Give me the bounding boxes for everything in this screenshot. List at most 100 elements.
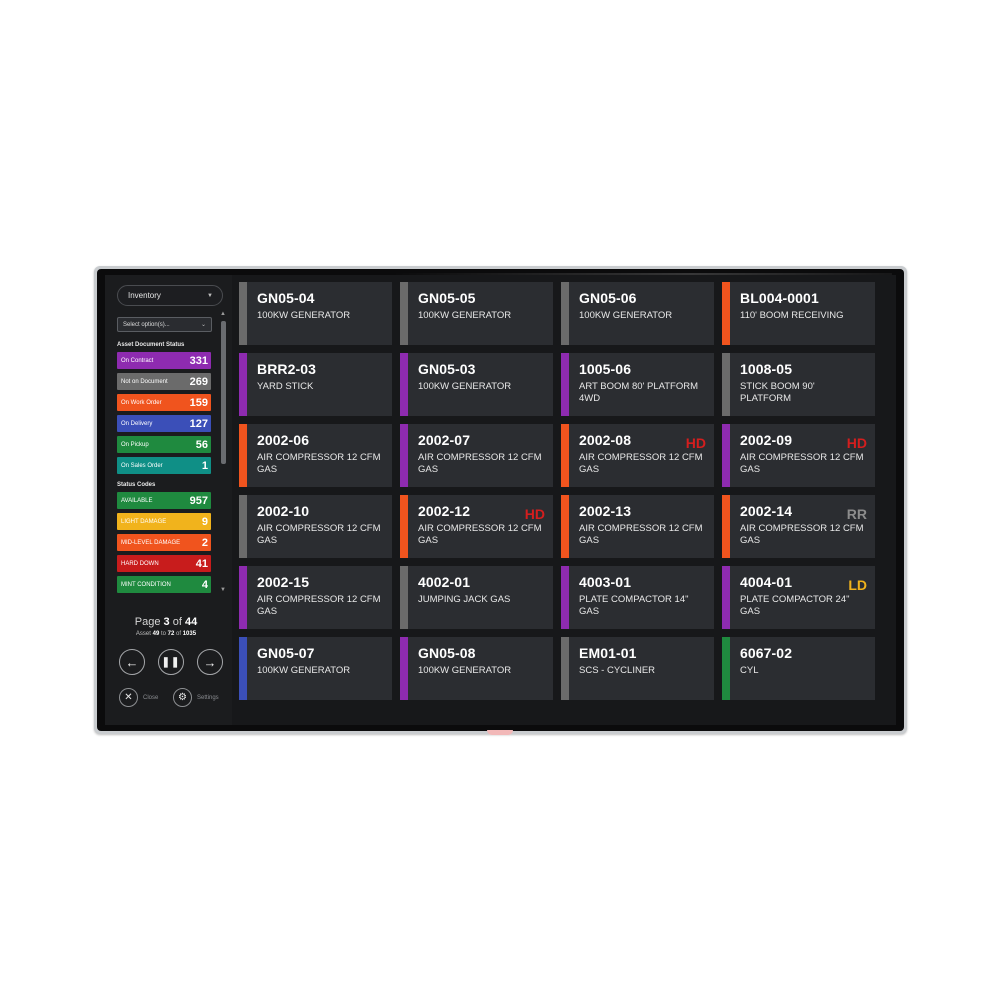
asset-card[interactable]: GN05-06 100KW GENERATOR: [561, 282, 714, 345]
dashboard-screen: Inventory ▼ Select option(s)... ⌄ Asset …: [105, 275, 896, 725]
asset-card[interactable]: 2002-13 AIR COMPRESSOR 12 CFM GAS: [561, 495, 714, 558]
asset-code: GN05-04: [257, 290, 315, 306]
next-page-button[interactable]: →: [197, 649, 223, 675]
status-filter-count: 331: [189, 354, 208, 367]
close-icon: ✕: [119, 688, 138, 707]
asset-card[interactable]: 4002-01 JUMPING JACK GAS: [400, 566, 553, 629]
asset-description: 100KW GENERATOR: [257, 310, 351, 321]
asset-card[interactable]: GN05-04 100KW GENERATOR: [239, 282, 392, 345]
asset-code: 1005-06: [579, 361, 632, 377]
asset-description: JUMPING JACK GAS: [418, 594, 511, 605]
status-filter-item[interactable]: AVAILABLE 957: [117, 492, 211, 509]
asset-card[interactable]: 2002-06 AIR COMPRESSOR 12 CFM GAS: [239, 424, 392, 487]
status-color-bar: [239, 424, 247, 487]
status-filter-item[interactable]: On Pickup 56: [117, 436, 211, 453]
asset-code: GN05-03: [418, 361, 476, 377]
asset-card[interactable]: EM01-01 SCS - CYCLINER: [561, 637, 714, 700]
status-filter-item[interactable]: HARD DOWN 41: [117, 555, 211, 572]
status-filter-item[interactable]: Not on Document 269: [117, 373, 211, 390]
status-color-bar: [400, 495, 408, 558]
status-filter-count: 56: [195, 438, 208, 451]
asset-card[interactable]: 1005-06 ART BOOM 80' PLATFORM 4WD: [561, 353, 714, 416]
status-color-bar: [239, 282, 247, 345]
status-filter-count: 957: [189, 494, 208, 507]
asset-code: GN05-05: [418, 290, 476, 306]
asset-card[interactable]: 1008-05 STICK BOOM 90' PLATFORM: [722, 353, 875, 416]
asset-card[interactable]: 2002-08 AIR COMPRESSOR 12 CFM GAS HD: [561, 424, 714, 487]
status-color-bar: [561, 566, 569, 629]
status-filter-label: MINT CONDITION: [121, 581, 171, 588]
asset-description: AIR COMPRESSOR 12 CFM GAS: [257, 594, 381, 617]
status-filter-item[interactable]: On Sales Order 1: [117, 457, 211, 474]
asset-code: 6067-02: [740, 645, 793, 661]
asset-card[interactable]: 4003-01 PLATE COMPACTOR 14" GAS: [561, 566, 714, 629]
condition-tag: HD: [524, 506, 545, 522]
condition-tag: HD: [685, 435, 706, 451]
page-of: of: [172, 616, 182, 628]
filter-select[interactable]: Select option(s)... ⌄: [117, 317, 212, 332]
status-filter-item[interactable]: MINT CONDITION 4: [117, 576, 211, 593]
asset-card[interactable]: GN05-05 100KW GENERATOR: [400, 282, 553, 345]
status-color-bar: [400, 282, 408, 345]
arrow-left-icon: ←: [125, 654, 139, 670]
asset-card[interactable]: 2002-15 AIR COMPRESSOR 12 CFM GAS: [239, 566, 392, 629]
asset-from: 49: [152, 631, 160, 637]
status-color-bar: [561, 282, 569, 345]
status-filter-count: 1: [201, 459, 208, 472]
asset-description: 100KW GENERATOR: [579, 310, 673, 321]
asset-description: CYL: [740, 665, 759, 676]
asset-card[interactable]: 4004-01 PLATE COMPACTOR 24" GAS LD: [722, 566, 875, 629]
asset-description: AIR COMPRESSOR 12 CFM GAS: [418, 523, 542, 546]
asset-card[interactable]: 6067-02 CYL: [722, 637, 875, 700]
view-dropdown[interactable]: Inventory ▼: [117, 285, 223, 306]
status-color-bar: [400, 424, 408, 487]
sidebar-scrollbar[interactable]: ▲ ▼: [219, 311, 228, 593]
asset-description: AIR COMPRESSOR 12 CFM GAS: [740, 452, 864, 475]
asset-card[interactable]: GN05-07 100KW GENERATOR: [239, 637, 392, 700]
condition-tag: RR: [846, 506, 867, 522]
asset-card[interactable]: GN05-03 100KW GENERATOR: [400, 353, 553, 416]
status-filter-count: 159: [189, 396, 208, 409]
asset-description: AIR COMPRESSOR 12 CFM GAS: [579, 452, 703, 475]
previous-page-button[interactable]: ←: [119, 649, 145, 675]
status-filter-item[interactable]: LIGHT DAMAGE 9: [117, 513, 211, 530]
asset-description: PLATE COMPACTOR 14" GAS: [579, 594, 689, 617]
status-filter-label: AVAILABLE: [121, 497, 153, 504]
condition-tag: HD: [846, 435, 867, 451]
status-filter-item[interactable]: On Contract 331: [117, 352, 211, 369]
asset-card[interactable]: 2002-14 AIR COMPRESSOR 12 CFM GAS RR: [722, 495, 875, 558]
settings-label: Settings: [197, 694, 219, 701]
status-color-bar: [722, 353, 730, 416]
scroll-up-icon[interactable]: ▲: [220, 311, 226, 317]
sidebar: Inventory ▼ Select option(s)... ⌄ Asset …: [105, 275, 232, 725]
asset-description: STICK BOOM 90' PLATFORM: [740, 381, 815, 404]
status-filter-count: 269: [189, 375, 208, 388]
pause-button[interactable]: ❚❚: [158, 649, 184, 675]
asset-card[interactable]: BRR2-03 YARD STICK: [239, 353, 392, 416]
asset-description: 100KW GENERATOR: [418, 665, 512, 676]
close-label: Close: [143, 694, 159, 701]
asset-range: Asset 49 to 72 of 1035: [105, 631, 227, 637]
status-color-bar: [239, 637, 247, 700]
asset-card[interactable]: 2002-12 AIR COMPRESSOR 12 CFM GAS HD: [400, 495, 553, 558]
close-button[interactable]: ✕ Close: [119, 688, 158, 707]
asset-total: 1035: [182, 631, 197, 637]
doc-status-heading: Asset Document Status: [117, 342, 185, 348]
scroll-down-icon[interactable]: ▼: [220, 587, 226, 593]
asset-card[interactable]: 2002-10 AIR COMPRESSOR 12 CFM GAS: [239, 495, 392, 558]
status-filter-item[interactable]: MID-LEVEL DAMAGE 2: [117, 534, 211, 551]
scrollbar-thumb[interactable]: [221, 321, 226, 464]
asset-code: 4003-01: [579, 574, 632, 590]
status-color-bar: [239, 495, 247, 558]
status-color-bar: [722, 282, 730, 345]
asset-card[interactable]: BL004-0001 110' BOOM RECEIVING: [722, 282, 875, 345]
asset-card[interactable]: 2002-09 AIR COMPRESSOR 12 CFM GAS HD: [722, 424, 875, 487]
settings-button[interactable]: ⚙ Settings: [173, 688, 219, 707]
status-filter-item[interactable]: On Work Order 159: [117, 394, 211, 411]
asset-code: 1008-05: [740, 361, 793, 377]
asset-card[interactable]: GN05-08 100KW GENERATOR: [400, 637, 553, 700]
status-filter-item[interactable]: On Delivery 127: [117, 415, 211, 432]
status-filter-count: 41: [195, 557, 208, 570]
asset-card[interactable]: 2002-07 AIR COMPRESSOR 12 CFM GAS: [400, 424, 553, 487]
asset-code: 2002-06: [257, 432, 310, 448]
